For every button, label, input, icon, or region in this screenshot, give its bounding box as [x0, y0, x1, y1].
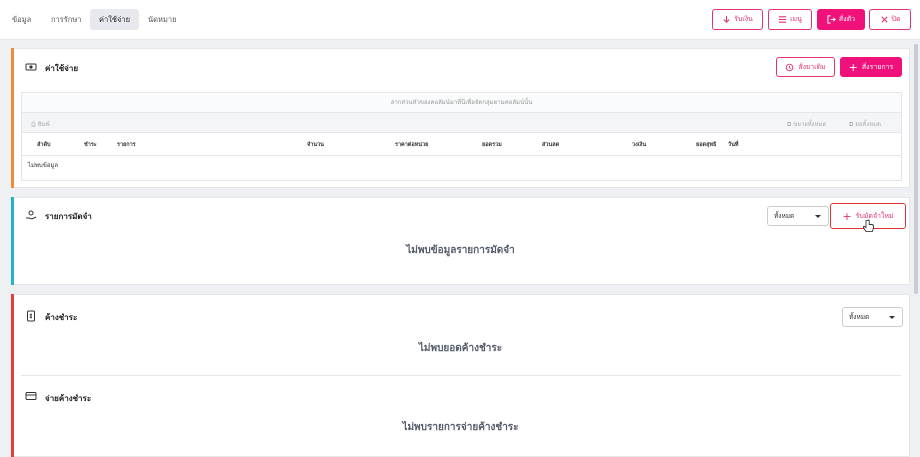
caret-down-icon	[889, 316, 895, 319]
close-label: ปิด	[891, 15, 901, 23]
repeat-drug-button[interactable]: สั่งยาเดิม	[776, 57, 835, 77]
receive-money-label: รับเงิน	[734, 15, 753, 23]
order-items-button[interactable]: + สั่งรายการ	[840, 57, 902, 77]
order-items-label: สั่งรายการ	[861, 62, 894, 71]
expand-all-label: ขยายทั้งหมด	[793, 121, 827, 128]
grid-header: ลำดับ ชำระ รายการ จำนวน ราคาต่อหน่วย ยอด…	[22, 133, 901, 156]
col-qty[interactable]: จำนวน	[307, 141, 324, 149]
outstanding-filter-value: ทั้งหมด	[849, 313, 870, 321]
outstanding-title: ค้างชำระ	[45, 313, 78, 322]
outstanding-filter-select[interactable]: ทั้งหมด	[842, 307, 903, 327]
printer-icon: ⎙	[31, 121, 36, 128]
grid-toolbar: ⎙ พิมพ์ ⧉ ขยายทั้งหมด ⧉ ย่อทั้งหมด	[22, 113, 901, 133]
bill-icon	[27, 310, 35, 322]
plus-icon: +	[848, 60, 858, 74]
expand-icon: ⧉	[787, 121, 792, 128]
tab-appointments[interactable]: นัดหมาย	[139, 9, 186, 30]
col-date[interactable]: วันที่	[728, 141, 738, 149]
tab-info[interactable]: ข้อมูล	[3, 9, 40, 30]
deposit-accent-bar	[11, 197, 14, 285]
col-seq[interactable]: ลำดับ	[37, 141, 51, 149]
collapse-all-button[interactable]: ⧉ ย่อทั้งหมด	[849, 119, 881, 129]
expenses-accent-bar	[11, 48, 14, 188]
hand-coin-icon	[26, 210, 37, 220]
top-bar: ข้อมูล การรักษา ค่าใช้จ่าย นัดหมาย รับเง…	[0, 0, 920, 40]
credit-card-icon	[25, 392, 37, 400]
hand-pointer-icon	[863, 219, 874, 232]
col-discount[interactable]: ส่วนลด	[542, 141, 559, 149]
arrow-down-icon	[723, 15, 730, 23]
expenses-panel: ค่าใช้จ่าย สั่งยาเดิม + สั่งรายการ ลากส่…	[11, 48, 910, 188]
order-label: สั่งตัว	[838, 15, 856, 23]
history-icon	[786, 63, 794, 71]
pay-outstanding-empty-message: ไม่พบรายการจ่ายค้างชำระ	[402, 422, 519, 433]
menu-button[interactable]: เมนู	[768, 9, 812, 30]
sign-in-icon	[827, 15, 836, 24]
collapse-icon: ⧉	[849, 121, 854, 128]
order-button[interactable]: สั่งตัว	[817, 9, 865, 30]
pay-outstanding-title: จ่ายค้างชำระ	[45, 394, 92, 403]
expenses-title: ค่าใช้จ่าย	[45, 64, 79, 73]
tab-expenses[interactable]: ค่าใช้จ่าย	[90, 9, 139, 30]
expenses-grid: ลากส่วนหัวของคอลัมน์มาที่นี่เพื่อจัดกลุ่…	[21, 92, 902, 181]
receive-money-button[interactable]: รับเงิน	[712, 9, 763, 30]
tab-treatment[interactable]: การรักษา	[42, 9, 91, 30]
deposit-empty-message: ไม่พบข้อมูลรายการมัดจำ	[406, 245, 515, 256]
money-icon	[25, 63, 37, 71]
section-divider	[21, 375, 901, 376]
grid-empty-row: ไม่พบข้อมูล	[28, 162, 59, 169]
deposit-filter-value: ทั้งหมด	[774, 212, 795, 220]
outstanding-empty-message: ไม่พบยอดค้างชำระ	[418, 343, 503, 354]
print-button[interactable]: ⎙ พิมพ์	[31, 119, 50, 129]
col-credit[interactable]: วงเงิน	[632, 141, 646, 149]
col-unit-price[interactable]: ราคาต่อหน่วย	[395, 141, 428, 149]
caret-down-icon	[815, 215, 821, 218]
deposit-panel: รายการมัดจำ ทั้งหมด + รับมัดจำใหม่ ไม่พบ…	[11, 197, 910, 285]
col-item[interactable]: รายการ	[117, 141, 136, 149]
outstanding-panel: ค้างชำระ ทั้งหมด ไม่พบยอดค้างชำระ จ่ายค้…	[11, 294, 910, 457]
group-drop-area[interactable]: ลากส่วนหัวของคอลัมน์มาที่นี่เพื่อจัดกลุ่…	[22, 93, 901, 113]
collapse-all-label: ย่อทั้งหมด	[855, 121, 882, 128]
scrollbar[interactable]	[914, 44, 918, 294]
expand-all-button[interactable]: ⧉ ขยายทั้งหมด	[787, 119, 826, 129]
hamburger-icon	[778, 16, 787, 23]
repeat-drug-label: สั่งยาเดิม	[798, 62, 826, 71]
menu-label: เมนู	[790, 15, 802, 23]
col-total[interactable]: ยอดรวม	[482, 141, 502, 149]
deposit-title: รายการมัดจำ	[45, 212, 92, 221]
col-net[interactable]: ยอดสุทธิ	[696, 141, 716, 149]
close-button[interactable]: ปิด	[869, 9, 911, 30]
close-icon	[880, 16, 888, 23]
new-deposit-label: รับมัดจำใหม่	[855, 211, 894, 220]
plus-icon: +	[842, 209, 852, 223]
deposit-filter-select[interactable]: ทั้งหมด	[767, 206, 829, 226]
print-label: พิมพ์	[37, 121, 50, 128]
col-paid[interactable]: ชำระ	[84, 141, 97, 149]
